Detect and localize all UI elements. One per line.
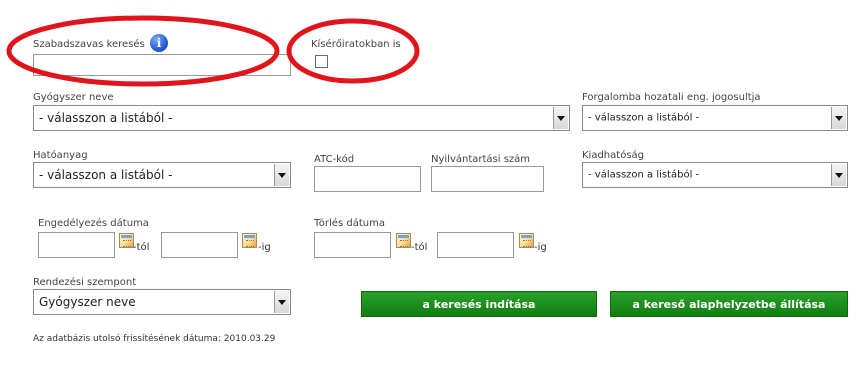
freetext-highlight-circle <box>6 15 280 87</box>
calendar-icon[interactable] <box>242 233 257 248</box>
sort-select[interactable]: Gyógyszer neve <box>33 289 291 315</box>
approval-date-from-input[interactable] <box>38 232 115 258</box>
atc-label: ATC-kód <box>314 154 355 165</box>
drug-name-label: Gyógyszer neve <box>33 92 114 103</box>
reset-button[interactable]: a kereső alaphelyzetbe állítása <box>610 291 848 317</box>
drug-name-value: - válasszon a listából - <box>39 111 173 125</box>
sort-value: Gyógyszer neve <box>39 295 136 309</box>
dispensing-label: Kiadhatóság <box>582 150 645 161</box>
license-holder-select[interactable]: - válasszon a listából - <box>582 105 848 131</box>
approval-date-to-input[interactable] <box>161 232 238 258</box>
chevron-down-icon <box>274 291 289 313</box>
chevron-down-icon <box>553 107 568 129</box>
dispensing-value: - válasszon a listából - <box>588 169 700 181</box>
atc-input[interactable] <box>314 166 421 192</box>
drug-name-select[interactable]: - válasszon a listából - <box>33 105 570 131</box>
last-update-text: Az adatbázis utolsó frissítésének dátuma… <box>33 334 276 344</box>
approval-date-from-suffix: -tól <box>133 242 150 253</box>
dispensing-select[interactable]: - válasszon a listából - <box>582 162 848 188</box>
calendar-icon[interactable] <box>396 233 411 248</box>
deletion-date-to-input[interactable] <box>437 232 514 258</box>
chevron-down-icon <box>831 164 846 186</box>
search-button[interactable]: a keresés indítása <box>361 291 597 317</box>
chevron-down-icon <box>274 164 289 186</box>
license-holder-value: - válasszon a listából - <box>588 112 700 124</box>
calendar-icon[interactable] <box>519 233 534 248</box>
active-ingredient-label: Hatóanyag <box>33 150 88 161</box>
registration-label: Nyilvántartási szám <box>431 154 531 165</box>
deletion-date-from-input[interactable] <box>314 232 391 258</box>
approval-date-to-suffix: -ig <box>258 242 271 253</box>
chevron-down-icon <box>831 107 846 129</box>
registration-input[interactable] <box>431 166 544 192</box>
license-holder-label: Forgalomba hozatali eng. jogosultja <box>582 92 761 103</box>
approval-date-label: Engedélyezés dátuma <box>38 218 149 229</box>
active-ingredient-value: - válasszon a listából - <box>39 168 173 182</box>
calendar-icon[interactable] <box>119 233 134 248</box>
deletion-date-to-suffix: -ig <box>534 242 547 253</box>
sort-label: Rendezési szempont <box>33 277 137 288</box>
attachments-highlight-circle <box>286 18 420 84</box>
deletion-date-from-suffix: -tól <box>411 242 428 253</box>
active-ingredient-select[interactable]: - válasszon a listából - <box>33 162 291 188</box>
deletion-date-label: Törlés dátuma <box>314 218 385 229</box>
